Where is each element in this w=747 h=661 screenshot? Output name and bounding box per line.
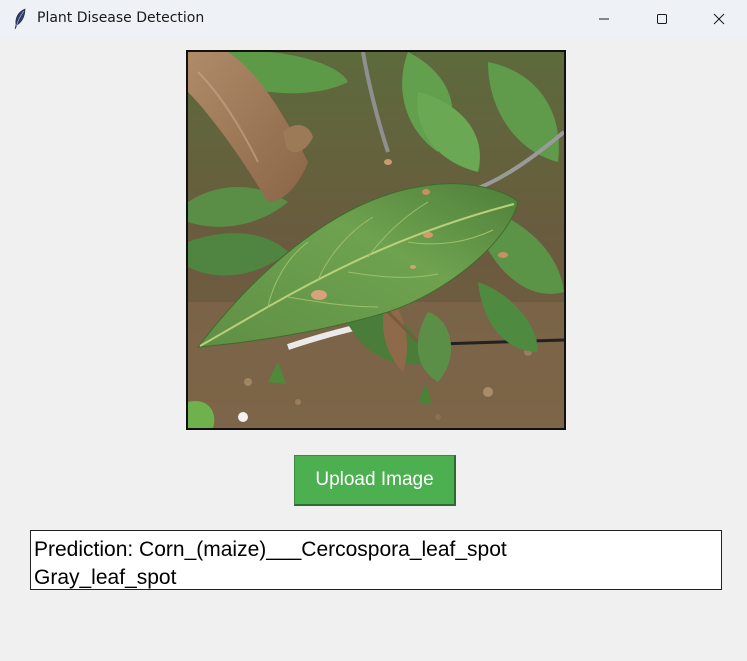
upload-image-button[interactable]: Upload Image [294,455,456,506]
feather-icon [12,8,28,30]
app-window: Plant Disease Detection Upload Image Pre… [0,0,747,661]
leaf-photo [188,52,564,428]
prediction-output: Prediction: Corn_(maize)___Cercospora_le… [30,530,722,590]
prediction-line-2: Gray_leaf_spot [34,566,177,589]
minimize-button[interactable] [575,0,633,38]
minimize-icon [598,10,610,29]
prediction-line-1: Prediction: Corn_(maize)___Cercospora_le… [34,538,507,561]
image-preview [186,50,566,430]
close-icon [713,10,725,29]
title-bar[interactable]: Plant Disease Detection [0,0,747,38]
maximize-icon [656,10,668,29]
maximize-button[interactable] [633,0,691,38]
close-button[interactable] [691,0,747,38]
window-title: Plant Disease Detection [37,10,205,26]
